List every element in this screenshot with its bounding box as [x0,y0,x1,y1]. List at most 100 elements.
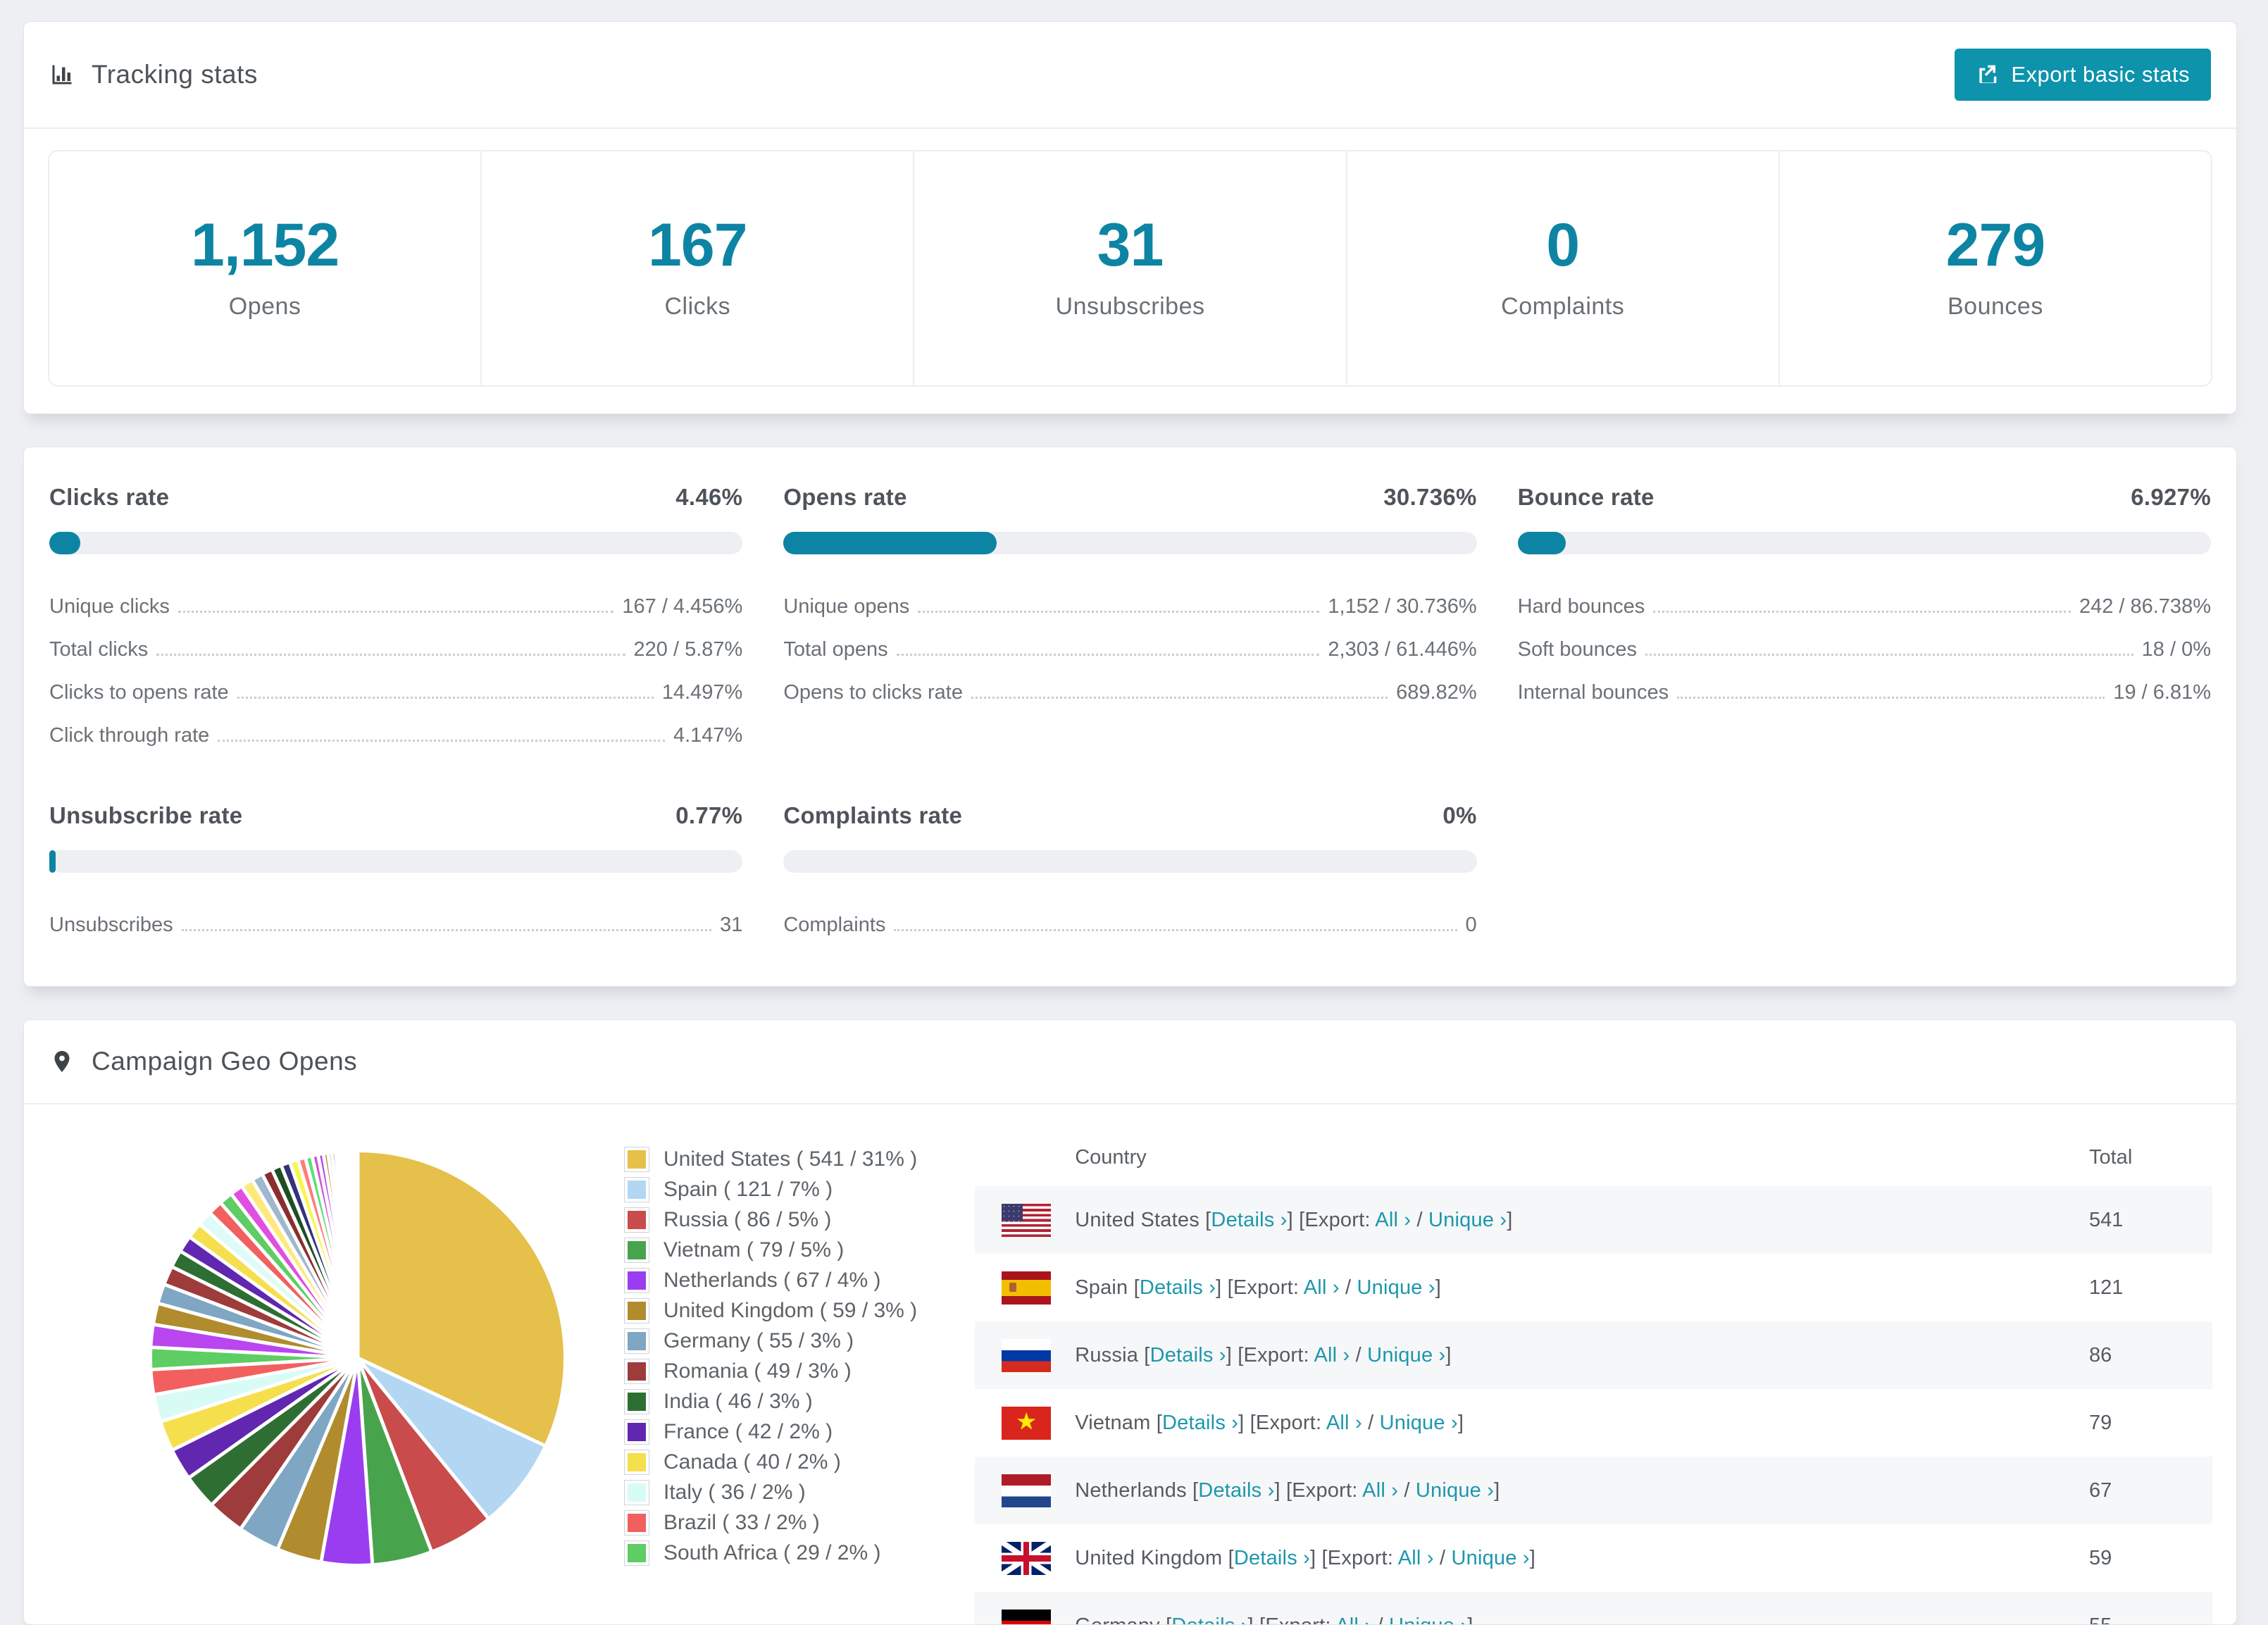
details-link[interactable]: Details › [1150,1344,1226,1366]
legend-item: South Africa ( 29 / 2% ) [624,1538,917,1568]
rate-section: Clicks rate 4.46% Unique clicks 167 / 4.… [49,484,742,747]
legend-swatch [624,1147,649,1172]
legend-swatch [624,1328,649,1354]
country-cell: United States [Details ›] [Export: All ›… [1075,1209,1512,1232]
stat-label: Opens [49,293,480,320]
export-unique-link[interactable]: Unique › [1416,1479,1494,1502]
country-column-header: Country [975,1146,2061,1169]
stat-value: 0 [1347,211,1778,280]
summary-stat: 0 Complaints [1346,151,1778,385]
details-link[interactable]: Details › [1234,1547,1310,1569]
country-cell: Germany [Details ›] [Export: All › / Uni… [1075,1614,1473,1625]
export-all-link[interactable]: All › [1314,1344,1350,1366]
stat-value: 31 [914,211,1345,280]
rate-title: Unsubscribe rate [49,802,242,829]
geo-pie-chart [138,1128,578,1578]
export-all-link[interactable]: All › [1362,1479,1398,1502]
export-unique-link[interactable]: Unique › [1428,1209,1507,1231]
gb-flag-icon [1002,1542,1051,1575]
stat-value: 1,152 [49,211,480,280]
summary-stat: 31 Unsubscribes [913,151,1345,385]
us-flag-icon [1002,1204,1051,1237]
export-unique-link[interactable]: Unique › [1357,1276,1435,1299]
rate-value: 0% [1443,802,1476,829]
de-flag-icon [1002,1610,1051,1625]
summary-stat: 279 Bounces [1778,151,2211,385]
table-row: Netherlands [Details ›] [Export: All › /… [975,1457,2212,1524]
map-pin-icon [49,1049,75,1074]
geo-table: Country Total United States [Details ›] … [975,1128,2212,1625]
detail-label: Complaints [783,914,885,937]
tracking-stats-card: Tracking stats Export basic stats 1,152 … [23,21,2237,414]
details-link[interactable]: Details › [1198,1479,1274,1502]
detail-label: Opens to clicks rate [783,681,963,704]
legend-label: United Kingdom ( 59 / 3% ) [663,1299,917,1323]
detail-label: Total clicks [49,638,148,661]
export-icon [1976,63,1998,86]
legend-swatch [624,1238,649,1263]
dotted-leader [1653,611,2071,613]
export-basic-stats-button[interactable]: Export basic stats [1955,49,2211,101]
total-cell: 59 [2061,1547,2212,1570]
legend-item: Italy ( 36 / 2% ) [624,1477,917,1507]
export-all-link[interactable]: All › [1326,1412,1362,1434]
total-cell: 86 [2061,1344,2212,1367]
export-unique-link[interactable]: Unique › [1389,1614,1467,1625]
legend-label: South Africa ( 29 / 2% ) [663,1541,880,1565]
export-button-label: Export basic stats [2011,62,2190,87]
legend-swatch [624,1510,649,1536]
tracking-stats-title: Tracking stats [49,60,258,89]
country-cell: Spain [Details ›] [Export: All › / Uniqu… [1075,1276,1441,1300]
summary-row: 1,152 Opens 167 Clicks 31 Unsubscribes 0… [48,150,2212,387]
dotted-leader [156,654,625,656]
rate-progress-track [783,850,1476,873]
export-all-link[interactable]: All › [1304,1276,1340,1299]
export-all-link[interactable]: All › [1335,1614,1371,1625]
ru-flag-icon [1002,1339,1051,1372]
total-cell: 55 [2061,1614,2212,1625]
legend-item: Romania ( 49 / 3% ) [624,1356,917,1386]
rate-title: Clicks rate [49,484,169,511]
export-unique-link[interactable]: Unique › [1380,1412,1458,1434]
legend-swatch [624,1268,649,1293]
dotted-leader [971,697,1388,699]
export-all-link[interactable]: All › [1398,1547,1434,1569]
legend-item: United Kingdom ( 59 / 3% ) [624,1295,917,1326]
stat-value: 279 [1780,211,2211,280]
dotted-leader [897,654,1320,656]
detail-value: 31 [720,914,742,937]
pie-legend: United States ( 541 / 31% ) Spain ( 121 … [624,1144,917,1568]
detail-label: Unsubscribes [49,914,173,937]
details-link[interactable]: Details › [1211,1209,1287,1231]
rate-progress-track [783,532,1476,554]
detail-label: Unique opens [783,595,909,618]
details-link[interactable]: Details › [1140,1276,1216,1299]
export-unique-link[interactable]: Unique › [1367,1344,1445,1366]
total-cell: 541 [2061,1209,2212,1232]
rates-card: Clicks rate 4.46% Unique clicks 167 / 4.… [23,447,2237,987]
bar-chart-icon [49,62,75,87]
detail-label: Hard bounces [1518,595,1645,618]
details-link[interactable]: Details › [1171,1614,1247,1625]
rate-detail-row: Hard bounces 242 / 86.738% [1518,575,2211,618]
dotted-leader [178,611,614,613]
rate-value: 4.46% [675,484,742,511]
tracking-stats-header: Tracking stats Export basic stats [24,22,2236,129]
geo-opens-card: Campaign Geo Opens United States ( 541 /… [23,1019,2237,1625]
country-cell: Netherlands [Details ›] [Export: All › /… [1075,1479,1500,1502]
legend-label: Italy ( 36 / 2% ) [663,1481,806,1505]
geo-title: Campaign Geo Opens [92,1047,357,1076]
pie-chart-svg [138,1138,578,1578]
rate-title: Complaints rate [783,802,962,829]
rate-section: Bounce rate 6.927% Hard bounces 242 / 86… [1518,484,2211,747]
legend-swatch [624,1298,649,1324]
dotted-leader [1645,654,2133,656]
export-all-link[interactable]: All › [1375,1209,1411,1231]
rate-detail-row: Clicks to opens rate 14.497% [49,661,742,704]
export-unique-link[interactable]: Unique › [1451,1547,1529,1569]
es-flag-icon [1002,1271,1051,1305]
legend-item: France ( 42 / 2% ) [624,1417,917,1447]
rate-progress-fill [49,532,80,554]
details-link[interactable]: Details › [1162,1412,1238,1434]
total-cell: 67 [2061,1479,2212,1502]
